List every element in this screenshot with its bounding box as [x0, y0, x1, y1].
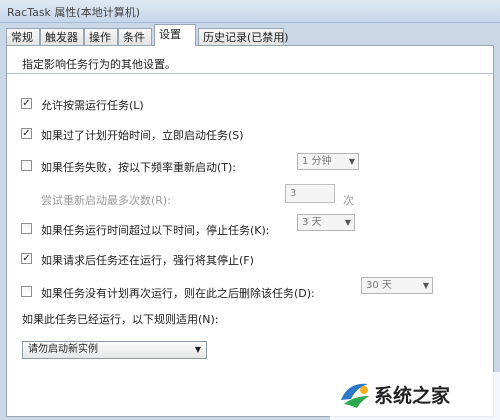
retry-count-value: 3 [290, 188, 297, 199]
delete-if-not-scheduled-label: 如果任务没有计划再次运行，则在此之后删除该任务(D): [41, 287, 315, 300]
retry-unit-label: 次 [343, 194, 354, 207]
restart-on-failure-label: 如果任务失败，按以下频率重新启动(T): [41, 161, 237, 174]
chevron-down-icon: ▼ [344, 218, 351, 227]
separator [7, 73, 493, 74]
allow-on-demand-checkbox[interactable]: ✓ [21, 98, 32, 109]
restart-interval-select[interactable]: 1 分钟 ▼ [297, 153, 359, 170]
stop-after-value: 3 天 [302, 217, 322, 228]
tab-general[interactable]: 常规 [6, 28, 40, 45]
run-missed-start-checkbox[interactable]: ✓ [21, 128, 32, 139]
run-missed-start-label: 如果过了计划开始时间，立即启动任务(S) [41, 129, 244, 142]
stop-after-select[interactable]: 3 天 ▼ [297, 214, 355, 231]
tab-settings[interactable]: 设置 [154, 24, 196, 46]
running-rule-value: 请勿启动新实例 [28, 344, 98, 355]
tab-triggers[interactable]: 触发器 [40, 28, 84, 45]
settings-panel: 指定影响任务行为的其他设置。 ✓ 允许按需运行任务(L) ✓ 如果过了计划开始时… [6, 45, 494, 417]
delete-after-select[interactable]: 30 天 ▼ [361, 277, 433, 294]
chevron-down-icon: ▼ [348, 157, 355, 166]
window-title: RacTask 属性(本地计算机) [7, 6, 141, 19]
running-rule-label: 如果此任务已经运行，以下规则适用(N): [22, 313, 219, 326]
tab-history[interactable]: 历史记录(已禁用) [198, 28, 289, 45]
stop-if-long-checkbox[interactable] [21, 223, 32, 234]
stop-if-long-label: 如果任务运行时间超过以下时间，停止任务(K): [41, 224, 270, 237]
delete-after-value: 30 天 [366, 280, 392, 291]
retry-count-label: 尝试重新启动最多次数(R): [41, 194, 171, 207]
chevron-down-icon: ▼ [422, 281, 429, 290]
settings-description: 指定影响任务行为的其他设置。 [22, 58, 176, 71]
retry-count-input[interactable]: 3 [285, 184, 335, 203]
restart-interval-value: 1 分钟 [302, 156, 332, 167]
chevron-down-icon: ▼ [194, 345, 201, 354]
title-bar: RacTask 属性(本地计算机) [0, 0, 500, 23]
force-stop-label: 如果请求后任务还在运行，强行将其停止(F) [41, 254, 254, 267]
watermark: 系统之家 [330, 372, 500, 420]
tab-actions[interactable]: 操作 [84, 28, 118, 45]
watermark-logo-icon [341, 383, 369, 408]
force-stop-checkbox[interactable]: ✓ [21, 253, 32, 264]
running-rule-select[interactable]: 请勿启动新实例 ▼ [22, 341, 207, 359]
restart-on-failure-checkbox[interactable] [21, 160, 32, 171]
delete-if-not-scheduled-checkbox[interactable] [21, 286, 32, 297]
tab-conditions[interactable]: 条件 [118, 28, 152, 45]
watermark-text: 系统之家 [374, 385, 451, 407]
allow-on-demand-label: 允许按需运行任务(L) [41, 99, 144, 112]
